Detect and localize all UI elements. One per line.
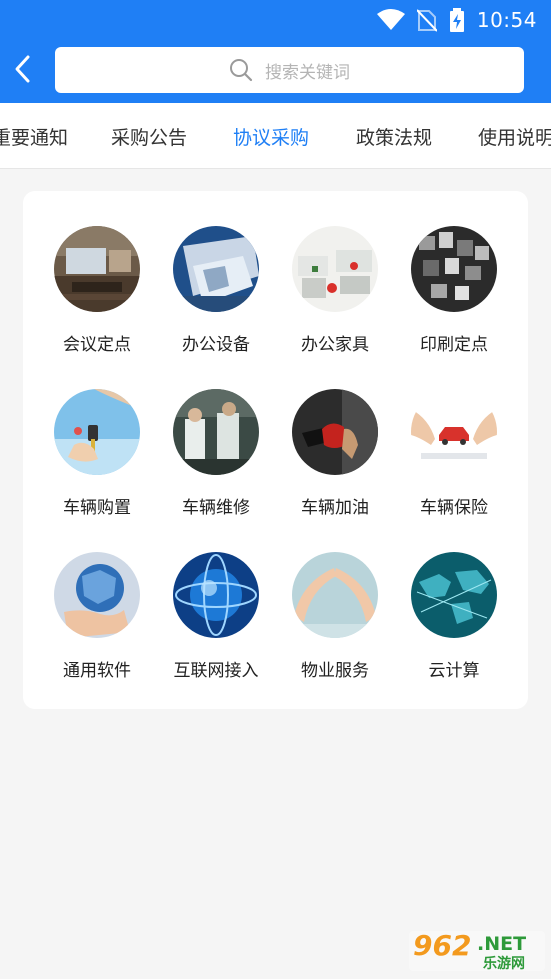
grid-item-internet-access[interactable]: 互联网接入 xyxy=(157,552,275,692)
category-grid-card: 会议定点 办公设备 办公家具 印刷定点 车辆购置 车辆维修 车辆加油 车辆保险 … xyxy=(23,191,528,709)
grid-item-office-furniture[interactable]: 办公家具 xyxy=(276,226,394,366)
grid-item-label: 办公家具 xyxy=(301,335,369,355)
office-furniture-image xyxy=(292,226,378,312)
tab-important-notice[interactable]: 重要通知 xyxy=(0,123,68,150)
grid-item-property-service[interactable]: 物业服务 xyxy=(276,552,394,692)
grid-item-label: 车辆保险 xyxy=(420,498,488,518)
software-globe-image xyxy=(54,552,140,638)
printing-image xyxy=(411,226,497,312)
grid-item-label: 物业服务 xyxy=(301,661,369,681)
cloud-map-image xyxy=(411,552,497,638)
grid-item-general-software[interactable]: 通用软件 xyxy=(38,552,156,692)
grid-item-label: 通用软件 xyxy=(63,661,131,681)
tab-policy-regulations[interactable]: 政策法规 xyxy=(356,123,432,150)
grid-item-label: 车辆维修 xyxy=(182,498,250,518)
search-icon xyxy=(230,59,253,82)
car-key-image xyxy=(54,389,140,475)
grid-item-label: 车辆购置 xyxy=(63,498,131,518)
tab-usage-instructions[interactable]: 使用说明 xyxy=(478,123,551,150)
grid-item-label: 印刷定点 xyxy=(420,335,488,355)
category-tabs: 重要通知 采购公告 协议采购 政策法规 使用说明 xyxy=(0,103,551,169)
status-icons: 10:54 xyxy=(376,8,537,32)
office-equipment-image xyxy=(173,226,259,312)
search-placeholder: 搜索关键词 xyxy=(265,62,350,83)
fuel-nozzle-image xyxy=(292,389,378,475)
car-repair-image xyxy=(173,389,259,475)
grid-item-vehicle-fuel[interactable]: 车辆加油 xyxy=(276,389,394,529)
grid-item-label: 办公设备 xyxy=(182,335,250,355)
chevron-left-icon xyxy=(15,55,30,83)
grid-item-vehicle-insurance[interactable]: 车辆保险 xyxy=(395,389,513,529)
grid-item-office-equipment[interactable]: 办公设备 xyxy=(157,226,275,366)
battery-charging-icon xyxy=(449,8,464,32)
watermark-logo: 962 .NET 乐游网 xyxy=(409,929,545,973)
meeting-room-image xyxy=(54,226,140,312)
grid-item-vehicle-purchase[interactable]: 车辆购置 xyxy=(38,389,156,529)
internet-globe-image xyxy=(173,552,259,638)
back-button[interactable] xyxy=(6,52,38,86)
wifi-icon xyxy=(376,9,405,30)
tab-agreement-procurement[interactable]: 协议采购 xyxy=(233,123,309,150)
watermark-suffix: .NET xyxy=(477,933,527,955)
grid-item-vehicle-repair[interactable]: 车辆维修 xyxy=(157,389,275,529)
search-input[interactable]: 搜索关键词 xyxy=(55,47,524,93)
watermark-number: 962 xyxy=(413,929,472,962)
status-time: 10:54 xyxy=(476,8,537,32)
car-insurance-image xyxy=(411,389,497,475)
grid-item-label: 互联网接入 xyxy=(173,661,259,681)
tab-procurement-announcement[interactable]: 采购公告 xyxy=(111,123,187,150)
grid-item-label: 云计算 xyxy=(428,661,480,681)
property-hands-image xyxy=(292,552,378,638)
status-bar: 10:54 xyxy=(0,0,551,40)
watermark-sub: 乐游网 xyxy=(483,956,525,972)
no-sim-icon xyxy=(416,9,437,32)
grid-item-label: 会议定点 xyxy=(63,335,131,355)
grid-item-meeting[interactable]: 会议定点 xyxy=(38,226,156,366)
top-header: 10:54 搜索关键词 xyxy=(0,0,551,103)
grid-item-label: 车辆加油 xyxy=(301,498,369,518)
grid-item-cloud-computing[interactable]: 云计算 xyxy=(395,552,513,692)
grid-item-printing[interactable]: 印刷定点 xyxy=(395,226,513,366)
